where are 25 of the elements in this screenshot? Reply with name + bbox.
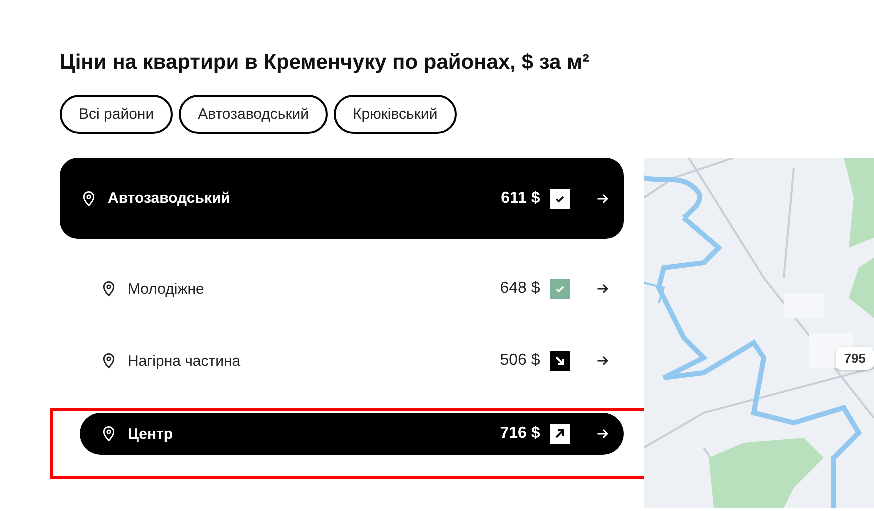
filter-chip[interactable]: Автозаводський: [179, 95, 328, 134]
page-title: Ціни на квартири в Кременчуку по районах, $ за м²: [60, 50, 591, 76]
filter-chip[interactable]: Всі райони: [60, 95, 174, 134]
arrow-right-icon: [596, 192, 610, 206]
price-per-m2: 506 $: [500, 352, 540, 370]
filter-chip[interactable]: Крюківський: [334, 95, 457, 134]
price-per-m2: 716 $: [500, 425, 540, 443]
district-name: Центр: [128, 426, 174, 442]
location-pin-icon: [102, 281, 116, 297]
district-row[interactable]: Центр 716 $: [80, 413, 624, 455]
district-row[interactable]: Нагірна частина 506 $: [80, 325, 624, 397]
location-pin-icon: [102, 426, 116, 442]
district-name: Нагірна частина: [128, 352, 242, 370]
location-pin-icon: [102, 353, 116, 369]
arrow-right-icon: [596, 282, 610, 296]
district-name: Молодіжне: [128, 280, 206, 298]
price-per-m2: 611 $: [501, 190, 540, 208]
arrow-right-icon: [596, 354, 610, 368]
location-pin-icon: [82, 190, 96, 206]
district-name: Автозаводський: [108, 190, 232, 207]
district-row[interactable]: Автозаводський 611 $: [60, 158, 624, 239]
arrow-right-icon: [596, 427, 610, 441]
district-row[interactable]: Молодіжне 648 $: [80, 253, 624, 325]
price-per-m2: 648 $: [500, 280, 540, 298]
price-marker[interactable]: 795: [836, 347, 874, 370]
